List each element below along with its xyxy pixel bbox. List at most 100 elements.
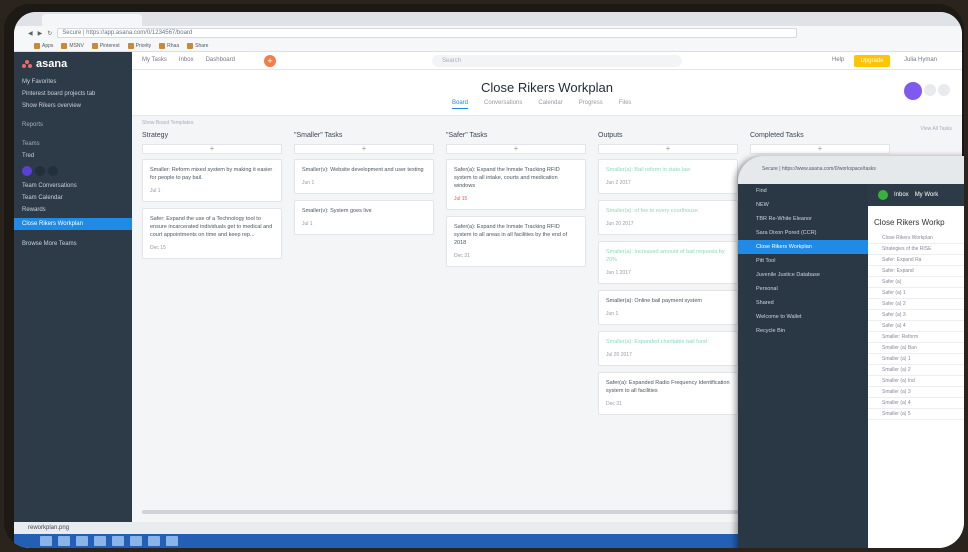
task-card[interactable]: Safer(a): Expand the Inmate Tracking RFI… [446,216,586,267]
overlay-task-row[interactable]: Smaller (a) 2 [868,365,964,376]
overlay-sidebar-item[interactable]: Sara Dixon Pored (CCR) [738,226,868,240]
overlay-task-row[interactable]: Smaller (a) 1 [868,354,964,365]
overlay-my-work[interactable]: My Work [915,192,939,198]
reports-link[interactable]: Reports [14,112,132,131]
task-card[interactable]: Smaller(v): Website development and user… [294,159,434,194]
url-field[interactable]: Secure | https://app.asana.com/0/1234567… [57,28,798,38]
task-card[interactable]: Smaller: Reform mixed system by making i… [142,159,282,202]
back-icon[interactable]: ◀ [28,30,33,37]
overlay-sidebar-item[interactable]: NEW [738,198,868,212]
bookmark[interactable]: MSNV [61,42,84,49]
horizontal-scrollbar[interactable] [142,510,782,514]
taskbar-icon[interactable] [166,536,178,546]
overlay-task-row[interactable]: Safer (a) 2 [868,299,964,310]
avatar[interactable] [35,166,45,176]
overlay-sidebar-item[interactable]: Shared [738,296,868,310]
taskbar-icon[interactable] [58,536,70,546]
asana-logo[interactable]: asana [14,52,132,76]
task-card[interactable]: Smaller(v): System goes live Jul 1 [294,200,434,235]
team-name[interactable]: Tred [14,150,132,162]
sidebar-favorite[interactable]: Show Rikers overview [14,100,132,112]
inbox-link[interactable]: Inbox [179,57,194,63]
overlay-task-row[interactable]: Smaller (a) 3 [868,387,964,398]
quick-add-button[interactable]: + [264,55,276,67]
board-templates-link[interactable]: Show Board Templates [142,120,193,126]
task-card[interactable]: Smaller(a): Expanded charitable bail fun… [598,331,738,366]
team-link[interactable]: Team Conversations [14,180,132,192]
avatar[interactable] [22,166,32,176]
overlay-sidebar-item[interactable]: Juvenile Justice Database [738,268,868,282]
forward-icon[interactable]: ▶ [38,30,43,37]
overlay-task-row[interactable]: Safer: Expand Ra [868,255,964,266]
member-avatar[interactable] [924,84,936,96]
overlay-task-row[interactable]: Safer (a) 4 [868,321,964,332]
add-task-button[interactable]: + [598,144,738,154]
column-title[interactable]: Outputs [598,132,738,144]
overlay-task-row[interactable]: Safer (a) [868,277,964,288]
avatar[interactable] [48,166,58,176]
browse-teams-link[interactable]: Browse More Teams [14,238,132,250]
overlay-task-row[interactable]: Smaller (a) 5 [868,409,964,420]
bookmark[interactable]: Rhaa [159,42,179,49]
view-all-tasks[interactable]: View All Tasks [921,126,953,132]
taskbar-icon[interactable] [40,536,52,546]
overlay-task-row[interactable]: Safer (a) 3 [868,310,964,321]
tab-conversations[interactable]: Conversations [484,100,522,109]
taskbar-icon[interactable] [94,536,106,546]
taskbar-icon[interactable] [112,536,124,546]
bookmark[interactable]: Pinterest [91,42,120,49]
search-input[interactable]: Search [432,55,682,67]
overlay-task-row[interactable]: Smaller (a) Ban [868,343,964,354]
overlay-task-row[interactable]: Close Rikers Workplan [868,233,964,244]
overlay-sidebar-item[interactable]: Close Rikers Workplan [738,240,868,254]
add-task-button[interactable]: + [750,144,890,154]
tab-board[interactable]: Board [452,100,469,109]
team-link[interactable]: Team Calendar [14,192,132,204]
bookmark[interactable]: Priority [127,42,151,49]
task-card[interactable]: Safer(a): Expanded Radio Frequency Ident… [598,372,738,415]
overlay-task-row[interactable]: Smaller: Reform [868,332,964,343]
column-title[interactable]: "Safer" Tasks [446,132,586,144]
task-card[interactable]: Safer(a): Expand the Inmate Tracking RFI… [446,159,586,210]
reload-icon[interactable]: ↻ [47,30,52,37]
overlay-task-row[interactable]: Strategies of the RISE [868,244,964,255]
user-menu[interactable]: Julia Hyman [904,57,937,63]
overlay-sidebar-item[interactable]: Recycle Bin [738,324,868,338]
overlay-sidebar-item[interactable]: TBR Re-White Eleanor [738,212,868,226]
overlay-inbox[interactable]: Inbox [894,192,909,198]
help-link[interactable]: Help [832,57,844,63]
tab-progress[interactable]: Progress [579,100,603,109]
task-card[interactable]: Safer: Expand the use of a Technology to… [142,208,282,259]
my-tasks-link[interactable]: My Tasks [142,57,167,63]
overlay-task-row[interactable]: Smaller (a) Ind [868,376,964,387]
overlay-sidebar-item[interactable]: Personal [738,282,868,296]
task-card[interactable]: Smaller(a): Increased amount of bail req… [598,241,738,284]
tab-calendar[interactable]: Calendar [538,100,562,109]
add-task-button[interactable]: + [446,144,586,154]
overlay-task-row[interactable]: Smaller (a) 4 [868,398,964,409]
upgrade-button[interactable]: Upgrade [854,55,890,67]
overlay-task-row[interactable]: Safer: Expand [868,266,964,277]
bookmark[interactable]: Share [187,42,208,49]
download-file[interactable]: reworkplan.png [28,525,69,531]
browser-tab[interactable] [42,14,142,26]
member-avatar[interactable] [938,84,950,96]
project-owner-avatar[interactable] [904,82,922,100]
column-title[interactable]: "Smaller" Tasks [294,132,434,144]
column-title[interactable]: Completed Tasks [750,132,890,144]
task-card[interactable]: Smaller(a): of fee to every courthouse Ju… [598,200,738,235]
sidebar-item-selected-project[interactable]: Close Rikers Workplan [14,218,132,230]
column-title[interactable]: Strategy [142,132,282,144]
overlay-sidebar-item[interactable]: Find [738,184,868,198]
add-task-button[interactable]: + [294,144,434,154]
project-title[interactable]: Close Rikers Workplan [132,80,962,95]
taskbar-icon[interactable] [76,536,88,546]
task-card[interactable]: Smaller(a): Online bail payment system Ju… [598,290,738,325]
taskbar-icon[interactable] [148,536,160,546]
taskbar-icon[interactable] [130,536,142,546]
sidebar-favorite[interactable]: Pinterest board projects tab [14,88,132,100]
team-link[interactable]: Rewards [14,204,132,216]
overlay-sidebar-item[interactable]: Welcome to Wallet [738,310,868,324]
overlay-task-row[interactable]: Safer (a) 1 [868,288,964,299]
add-task-button[interactable]: + [142,144,282,154]
